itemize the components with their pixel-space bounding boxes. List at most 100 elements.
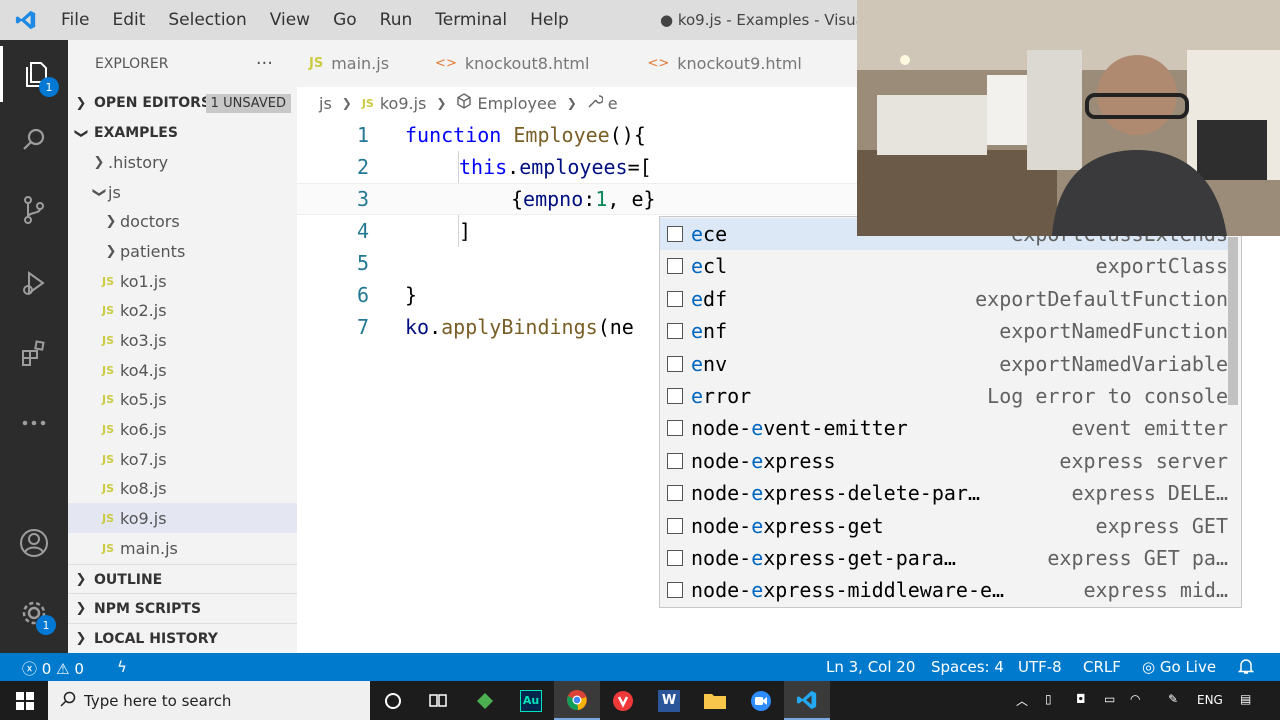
- word-icon[interactable]: W: [646, 681, 692, 720]
- tab-main-js[interactable]: JS main.js: [297, 40, 407, 87]
- broadcast-icon: ◎: [1142, 658, 1156, 676]
- suggestion-item[interactable]: enf exportNamedFunction: [660, 315, 1228, 347]
- encoding[interactable]: UTF-8: [1018, 658, 1062, 676]
- tree-folder-doctors[interactable]: ❯ doctors: [68, 206, 297, 236]
- extensions-icon[interactable]: [0, 325, 68, 381]
- suggestion-detail: express GET: [1095, 513, 1228, 538]
- search-icon[interactable]: [0, 112, 68, 168]
- vscode-icon[interactable]: [784, 681, 830, 720]
- code-token: ]: [459, 219, 472, 243]
- cortana-icon[interactable]: [370, 681, 416, 720]
- tree-file-ko4[interactable]: JS ko4.js: [68, 355, 297, 385]
- suggestion-item[interactable]: node-express-get express GET: [660, 510, 1228, 542]
- accounts-icon[interactable]: [0, 515, 68, 571]
- cursor-position[interactable]: Ln 3, Col 20: [826, 658, 915, 676]
- chevron-up-icon[interactable]: ︿: [1016, 692, 1028, 709]
- breadcrumb-symbol[interactable]: Employee: [477, 94, 556, 113]
- menu-terminal[interactable]: Terminal: [426, 10, 521, 30]
- app-green-icon[interactable]: [462, 681, 508, 720]
- suggestion-item[interactable]: edf exportDefaultFunction: [660, 283, 1228, 315]
- camera-icon[interactable]: ◘: [1076, 692, 1086, 706]
- suggestion-item[interactable]: node-express-get-para… express GET pa…: [660, 542, 1228, 574]
- outline-section[interactable]: ❯ OUTLINE: [68, 564, 297, 594]
- indentation[interactable]: Spaces: 4: [931, 658, 1004, 676]
- tree-file-ko7[interactable]: JS ko7.js: [68, 444, 297, 474]
- suggestion-item[interactable]: node-express express server: [660, 445, 1228, 477]
- zoom-icon[interactable]: [738, 681, 784, 720]
- tree-file-ko2[interactable]: JS ko2.js: [68, 295, 297, 325]
- device-icon[interactable]: ▯: [1045, 692, 1052, 706]
- tree-file-ko3[interactable]: JS ko3.js: [68, 325, 297, 355]
- battery-icon[interactable]: ▭: [1104, 692, 1115, 706]
- audition-icon[interactable]: Au: [508, 681, 554, 720]
- breadcrumb-member[interactable]: e: [608, 94, 618, 113]
- notifications-bell-icon[interactable]: [1237, 658, 1255, 679]
- snippet-icon: [667, 388, 683, 404]
- suggestion-item[interactable]: error Log error to console: [660, 380, 1228, 412]
- breadcrumb-file[interactable]: ko9.js: [380, 94, 427, 113]
- tab-knockout8-html[interactable]: <> knockout8.html: [407, 40, 607, 87]
- tree-file-ko6[interactable]: JS ko6.js: [68, 414, 297, 444]
- menu-view[interactable]: View: [261, 10, 324, 30]
- suggestion-item[interactable]: node-event-emitter event emitter: [660, 412, 1228, 444]
- tree-file-ko1[interactable]: JS ko1.js: [68, 266, 297, 296]
- suggestion-item[interactable]: ecl exportClass: [660, 250, 1228, 282]
- tree-file-ko8[interactable]: JS ko8.js: [68, 473, 297, 503]
- outline-label: OUTLINE: [94, 571, 163, 588]
- suggest-scrollbar[interactable]: [1228, 237, 1238, 405]
- suggestion-item[interactable]: env exportNamedVariable: [660, 348, 1228, 380]
- webcam-overlay: [857, 0, 1280, 236]
- run-debug-icon[interactable]: [0, 255, 68, 311]
- language-indicator[interactable]: ENG: [1197, 693, 1223, 707]
- tree-file-main[interactable]: JS main.js: [68, 533, 297, 563]
- menu-help[interactable]: Help: [521, 10, 583, 30]
- npm-scripts-label: NPM SCRIPTS: [94, 600, 202, 617]
- open-editors-section[interactable]: ❯ OPEN EDITORS 1 UNSAVED: [68, 88, 297, 118]
- problems-indicator[interactable]: ⓧ 0 ⚠ 0: [22, 658, 84, 679]
- taskbar-search[interactable]: Type here to search: [48, 681, 370, 720]
- lightning-icon[interactable]: ϟ: [117, 658, 127, 676]
- suggestion-item[interactable]: node-express-middleware-e… express mid…: [660, 574, 1228, 606]
- local-history-section[interactable]: ❯ LOCAL HISTORY: [68, 623, 297, 653]
- suggestion-detail: exportNamedVariable: [999, 351, 1228, 376]
- npm-scripts-section[interactable]: ❯ NPM SCRIPTS: [68, 593, 297, 623]
- source-control-icon[interactable]: [0, 182, 68, 238]
- settings-gear-icon[interactable]: 1: [0, 585, 68, 641]
- wifi-icon[interactable]: ◠: [1130, 692, 1140, 706]
- explorer-icon[interactable]: 1: [0, 46, 68, 102]
- chevron-right-icon: ❯: [105, 213, 117, 229]
- chevron-right-icon: ❯: [436, 96, 447, 110]
- menu-go[interactable]: Go: [324, 10, 371, 30]
- breadcrumb-folder[interactable]: js: [319, 94, 332, 113]
- more-icon[interactable]: [0, 395, 68, 451]
- pen-icon[interactable]: ✎: [1168, 692, 1178, 706]
- tree-folder-history[interactable]: ❯ .history: [68, 147, 297, 177]
- snippet-icon: [667, 582, 683, 599]
- suggestion-label: error: [691, 384, 752, 408]
- menu-run[interactable]: Run: [371, 10, 427, 30]
- menu-file[interactable]: File: [52, 10, 103, 30]
- tab-label: knockout8.html: [464, 54, 590, 73]
- tree-file-ko5[interactable]: JS ko5.js: [68, 384, 297, 414]
- windows-start-icon[interactable]: [2, 681, 48, 720]
- word-label: W: [658, 689, 680, 712]
- go-live-button[interactable]: ◎ Go Live: [1142, 658, 1216, 676]
- vivaldi-icon[interactable]: [600, 681, 646, 720]
- tree-file-ko9[interactable]: JS ko9.js: [68, 503, 297, 533]
- tree-folder-patients[interactable]: ❯ patients: [68, 236, 297, 266]
- explorer-more-button[interactable]: ···: [256, 53, 273, 74]
- line-number: 5: [356, 251, 369, 275]
- examples-section[interactable]: ❯ EXAMPLES: [68, 118, 297, 148]
- line-endings[interactable]: CRLF: [1083, 658, 1121, 676]
- file-explorer-icon[interactable]: [692, 681, 738, 720]
- task-view-icon[interactable]: [415, 681, 461, 720]
- notification-center-icon[interactable]: ▤: [1240, 692, 1251, 706]
- tree-folder-js[interactable]: ❯ js: [68, 177, 297, 207]
- unsaved-badge: 1 UNSAVED: [205, 93, 291, 113]
- chrome-icon[interactable]: [554, 681, 600, 720]
- tab-knockout9-html[interactable]: <> knockout9.html: [607, 40, 819, 87]
- menu-edit[interactable]: Edit: [103, 10, 159, 30]
- suggestion-item[interactable]: node-express-delete-par… express DELE…: [660, 477, 1228, 509]
- menu-selection[interactable]: Selection: [159, 10, 260, 30]
- error-icon: ⓧ: [22, 660, 38, 678]
